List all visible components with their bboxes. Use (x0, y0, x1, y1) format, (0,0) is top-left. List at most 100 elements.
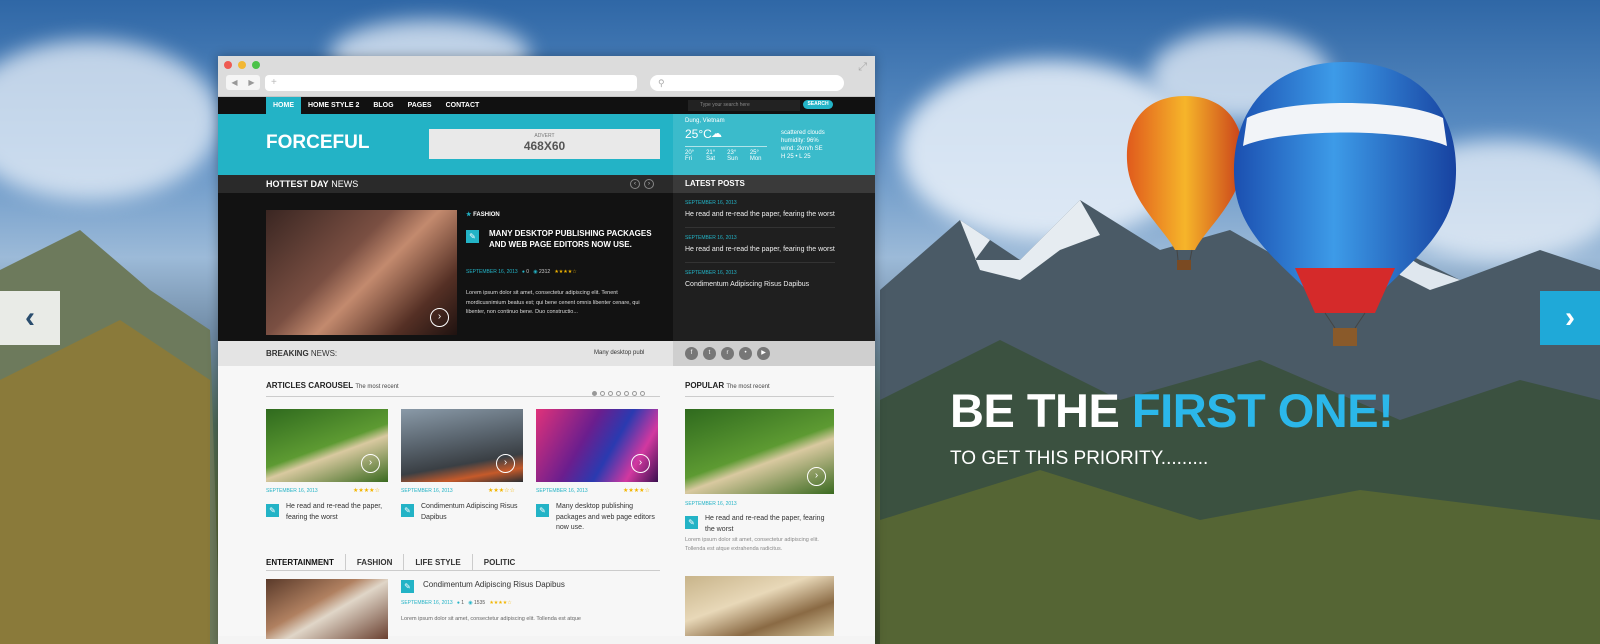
carousel-date: SEPTEMBER 16, 2013 (401, 488, 453, 494)
forecast-day: 21° Sat (706, 150, 716, 162)
maximize-dot (252, 61, 260, 69)
cloud-icon: ☁ (711, 128, 722, 140)
chevron-left-icon: ‹ (25, 301, 35, 334)
carousel-thumb: › (401, 409, 523, 482)
menu-pages: PAGES (407, 102, 432, 109)
flickr-icon: • (739, 347, 752, 360)
facebook-icon: f (685, 347, 698, 360)
arrow-right-icon: › (807, 467, 826, 486)
pencil-icon: ✎ (685, 516, 698, 529)
tab-article-excerpt: Lorem ipsum dolor sit amet, consectetur … (401, 616, 581, 622)
latest-post-item: SEPTEMBER 16, 2013 He read and re-read th… (685, 193, 835, 228)
popular-thumb: › (685, 409, 834, 494)
tab-article-thumb (266, 579, 388, 639)
divider (266, 396, 660, 397)
social-icons: f t r • ▶ (673, 341, 875, 366)
tab-article-title: Condimentum Adipiscing Risus Dapibus (423, 580, 565, 589)
site-search-input: Type your search here (688, 100, 800, 111)
browser-nav-buttons: ◀ ▶ (226, 75, 260, 90)
advert-size: 468X60 (523, 139, 566, 153)
tab-fashion: FASHION (346, 554, 405, 570)
carousel-title-text: He read and re-read the paper, fearing t… (286, 503, 383, 521)
weather-hl: H 25 • L 25 (781, 154, 811, 160)
eye-icon: ◉ (533, 269, 538, 275)
star-icon: ★ (466, 212, 472, 218)
browser-mockup: ◀ ▶ + ⚲ ⤢ HOME HOME STYLE 2 BLOG PAGES CO… (218, 56, 875, 644)
menu-contact: CONTACT (445, 102, 480, 109)
twitter-icon: t (703, 347, 716, 360)
pencil-icon: ✎ (266, 504, 279, 517)
site-header: FORCEFUL ADVERT 468X60 Dung, Vietnam 25°… (218, 114, 875, 175)
browser-chrome: ◀ ▶ + ⚲ ⤢ (218, 56, 875, 97)
url-bar: + (265, 75, 637, 91)
pencil-icon: ✎ (401, 580, 414, 593)
popular-title: POPULAR The most recent (685, 381, 770, 390)
tab-politic: POLITIC (483, 558, 516, 567)
arrow-right-icon: › (631, 454, 650, 473)
carousel-title-text: Many desktop publishing packages and web… (556, 503, 655, 531)
menu-home-style-2: HOME STYLE 2 (308, 102, 360, 109)
featured-image: › (266, 210, 457, 335)
popular-excerpt: Lorem ipsum dolor sit amet, consectetur … (685, 537, 819, 552)
popular-date: SEPTEMBER 16, 2013 (685, 501, 737, 507)
slider-next-button[interactable]: › (1540, 291, 1600, 345)
popular-thumb-2 (685, 576, 834, 636)
featured-article: ★ FASHION ✎ MANY DESKTOP PUBLISHING PACK… (466, 211, 656, 315)
carousel-thumb: › (536, 409, 658, 482)
carousel-thumb: › (266, 409, 388, 482)
browser-search-bar: ⚲ (650, 75, 844, 91)
headline-blue: FIRST ONE! (1131, 384, 1394, 437)
rating-stars: ★★★☆☆ (488, 488, 515, 494)
latest-post-item: SEPTEMBER 16, 2013 Condimentum Adipiscing… (685, 270, 810, 288)
site-search-button: SEARCH (803, 100, 833, 109)
tab-article-meta: SEPTEMBER 16, 2013 ● 1 ◉ 1535 ★★★★☆ (401, 600, 512, 606)
weather-wind: wind: 2km/h SE (781, 146, 823, 152)
next-news-icon: › (644, 179, 654, 189)
back-icon: ◀ (231, 78, 238, 87)
youtube-icon: ▶ (757, 347, 770, 360)
featured-category: FASHION (473, 212, 500, 218)
breaking-ticker: Many desktop publ (594, 350, 645, 356)
weather-humidity: humidity: 96% (781, 138, 819, 144)
latest-post-item: SEPTEMBER 16, 2013 He read and re-read th… (685, 228, 835, 263)
expand-icon: ⤢ (858, 61, 867, 73)
minimize-dot (238, 61, 246, 69)
rating-stars: ★★★★☆ (353, 488, 380, 494)
forecast-day: 25° Mon (749, 150, 762, 162)
site-logo: FORCEFUL (266, 132, 370, 153)
arrow-right-icon: › (496, 454, 515, 473)
hottest-title: HOTTEST DAY NEWS (266, 179, 359, 189)
hot-air-balloon-large (1233, 62, 1457, 346)
comment-icon: ● (456, 600, 460, 606)
tab-life-style: LIFE STYLE (404, 554, 473, 570)
forecast-divider (685, 146, 767, 147)
weather-widget: Dung, Vietnam 25°C ☁ scattered clouds hu… (673, 114, 875, 175)
hero-subheadline: TO GET THIS PRIORITY......... (950, 448, 1209, 469)
pencil-icon: ✎ (536, 504, 549, 517)
pencil-icon: ✎ (466, 230, 479, 243)
advert-box: ADVERT 468X60 (429, 129, 660, 159)
category-tabs: ENTERTAINMENT FASHION LIFE STYLE POLITIC (266, 554, 660, 571)
popular-article-title: He read and re-read the paper, fearing t… (705, 515, 825, 533)
carousel-title: ARTICLES CAROUSEL The most recent (266, 381, 399, 390)
arrow-right-icon: › (430, 308, 449, 327)
forward-icon: ▶ (248, 78, 255, 87)
hero-headline: BE THE FIRST ONE! (950, 383, 1394, 438)
eye-icon: ◉ (468, 600, 473, 606)
forecast-day: 20° Fri (685, 150, 695, 162)
featured-excerpt: Lorem ipsum dolor sit amet, consectetur … (466, 290, 640, 315)
headline-white: BE THE (950, 384, 1120, 437)
rating-stars: ★★★★☆ (623, 488, 650, 494)
featured-title: MANY DESKTOP PUBLISHING PACKAGES AND WEB… (489, 229, 652, 249)
hottest-news-section: HOTTEST DAY NEWS ‹ › › ★ FASHION ✎ MANY … (218, 175, 875, 341)
slider-prev-button[interactable]: ‹ (0, 291, 60, 345)
carousel-title-text: Condimentum Adipiscing Risus Dapibus (421, 503, 518, 521)
breaking-news-bar: BREAKING NEWS: Many desktop publ f t r •… (218, 341, 875, 366)
menu-home: HOME (266, 97, 301, 114)
tab-entertainment: ENTERTAINMENT (266, 554, 346, 570)
carousel-date: SEPTEMBER 16, 2013 (266, 488, 318, 494)
pencil-icon: ✎ (401, 504, 414, 517)
divider (685, 396, 834, 397)
carousel-date: SEPTEMBER 16, 2013 (536, 488, 588, 494)
menu-blog: BLOG (373, 102, 394, 109)
